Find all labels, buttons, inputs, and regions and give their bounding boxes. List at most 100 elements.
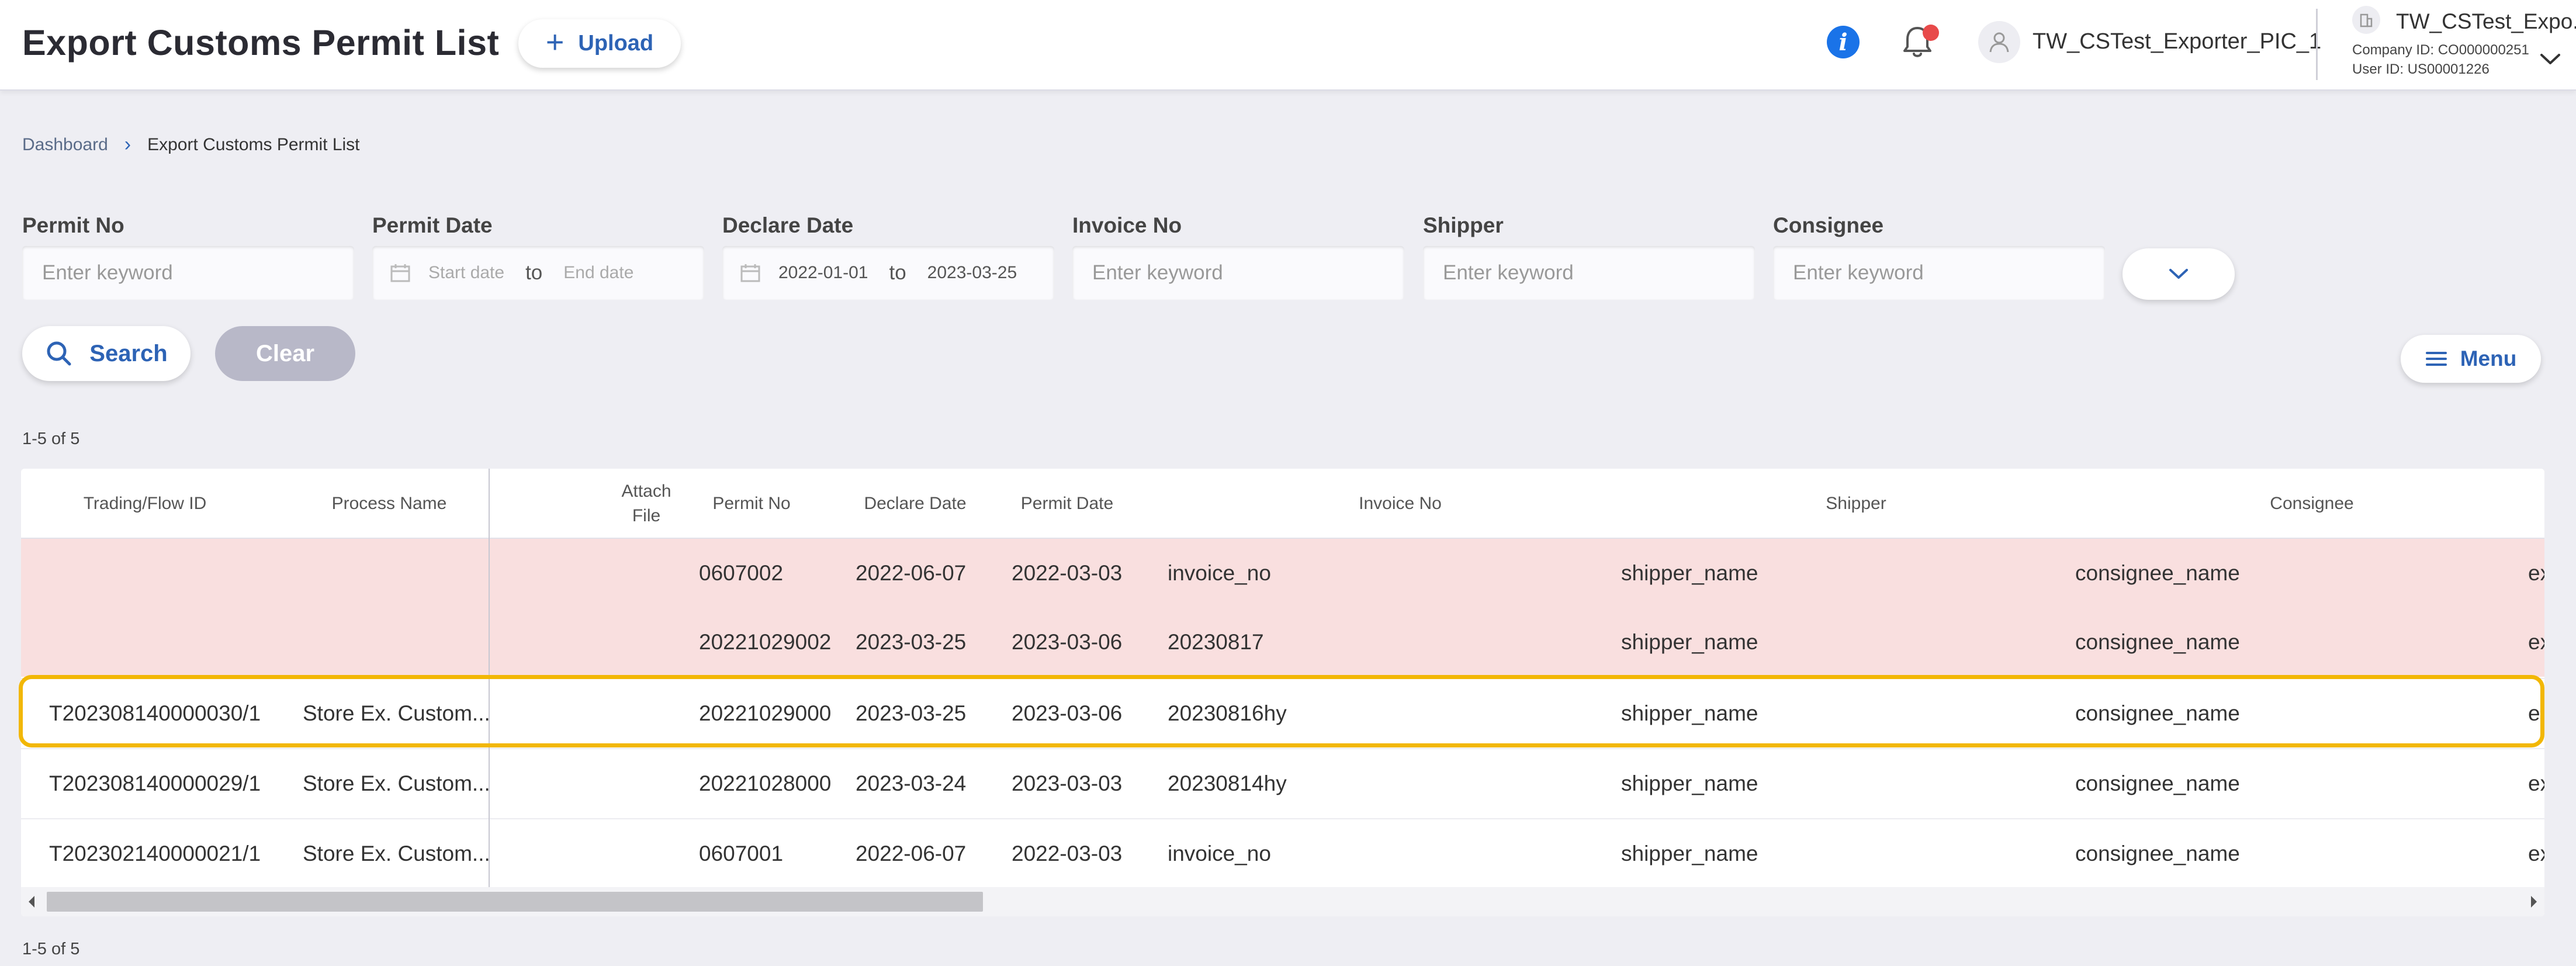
permit-date-to: to xyxy=(525,261,543,284)
table-row[interactable]: T202308140000029/1 Store Ex. Custom... 2… xyxy=(21,748,2544,817)
consignee-input[interactable]: Enter keyword xyxy=(1773,246,2105,300)
permit-no-input[interactable]: Enter keyword xyxy=(22,246,354,300)
table-row[interactable]: T202302140000021/1 Store Ex. Custom... 0… xyxy=(21,818,2544,887)
menu-button[interactable]: Menu xyxy=(2401,335,2541,383)
table-row-selected[interactable]: T202308140000030/1 Store Ex. Custom... 2… xyxy=(21,678,2544,747)
cell-invoice-no: 20230816hy xyxy=(1168,701,1287,725)
cell-process-name: Store Ex. Custom... xyxy=(303,701,490,725)
shipper-input[interactable]: Enter keyword xyxy=(1423,246,1755,300)
search-icon xyxy=(47,341,71,366)
info-icon[interactable]: i xyxy=(1827,26,1860,58)
user-name[interactable]: TW_CSTest_Exporter_PIC_1 xyxy=(2033,29,2321,54)
cell-consignee: consignee_name xyxy=(2075,842,2240,865)
column-header-permit-no[interactable]: Permit No xyxy=(699,480,804,527)
cell-overflow: ex xyxy=(2528,561,2544,585)
upload-button[interactable]: + Upload xyxy=(518,19,681,68)
cell-consignee: consignee_name xyxy=(2075,561,2240,585)
column-header-process-name[interactable]: Process Name xyxy=(325,480,453,527)
permit-date-range[interactable]: Start date to End date xyxy=(372,246,704,300)
cell-shipper: shipper_name xyxy=(1621,771,1758,795)
cell-permit-no: 0607001 xyxy=(699,842,784,865)
top-header: Export Customs Permit List + Upload i TW… xyxy=(0,0,2576,91)
declare-date-end[interactable]: 2023-03-25 xyxy=(927,263,1017,283)
upload-button-label: Upload xyxy=(578,31,654,56)
cell-permit-no: 0607002 xyxy=(699,561,784,585)
cell-invoice-no: invoice_no xyxy=(1168,561,1271,585)
permit-date-label: Permit Date xyxy=(372,213,493,237)
column-header-attach-file[interactable]: Attach File xyxy=(611,479,681,528)
cell-permit-no: 20221028000 xyxy=(699,771,832,795)
cell-shipper: shipper_name xyxy=(1621,701,1758,725)
cell-consignee: consignee_name xyxy=(2075,771,2240,795)
permit-no-label: Permit No xyxy=(22,213,124,237)
cell-consignee: consignee_name xyxy=(2075,630,2240,654)
scroll-right-icon[interactable] xyxy=(2528,894,2540,909)
attach-file-line-2: File xyxy=(632,506,661,525)
cell-declare-date: 2023-03-25 xyxy=(856,630,967,654)
shipper-label: Shipper xyxy=(1423,213,1504,237)
horizontal-scrollbar[interactable] xyxy=(21,887,2544,916)
column-header-trading-id[interactable]: Trading/Flow ID xyxy=(69,480,221,527)
column-header-permit-date[interactable]: Permit Date xyxy=(1009,480,1126,527)
cell-process-name: Store Ex. Custom... xyxy=(303,771,490,795)
cell-permit-date: 2022-03-03 xyxy=(1012,842,1123,865)
permit-date-end[interactable]: End date xyxy=(563,263,633,283)
cell-invoice-no: invoice_no xyxy=(1168,842,1271,865)
clear-button[interactable]: Clear xyxy=(215,326,355,381)
cell-trading-id: T202308140000030/1 xyxy=(49,701,261,725)
column-header-declare-date[interactable]: Declare Date xyxy=(851,480,979,527)
table-row[interactable]: 0607002 2022-06-07 2022-03-03 invoice_no… xyxy=(21,539,2544,608)
notification-badge xyxy=(1923,25,1939,41)
declare-date-to: to xyxy=(889,261,906,284)
cell-process-name: Store Ex. Custom... xyxy=(303,842,490,865)
company-name[interactable]: TW_CSTest_Expo... xyxy=(2396,9,2576,34)
user-icon xyxy=(1989,32,2009,53)
cell-overflow: ex xyxy=(2528,630,2544,654)
consignee-label: Consignee xyxy=(1773,213,1884,237)
cell-trading-id: T202302140000021/1 xyxy=(49,842,261,865)
menu-button-label: Menu xyxy=(2460,347,2517,371)
column-header-invoice-no[interactable]: Invoice No xyxy=(1295,480,1505,527)
cell-permit-date: 2023-03-06 xyxy=(1012,701,1123,725)
table-row[interactable]: 20221029002 2023-03-25 2023-03-06 202308… xyxy=(21,608,2544,677)
search-button[interactable]: Search xyxy=(22,326,191,381)
cell-trading-id: T202308140000029/1 xyxy=(49,771,261,795)
declare-date-label: Declare Date xyxy=(722,213,854,237)
cell-invoice-no: 20230814hy xyxy=(1168,771,1287,795)
declare-date-start[interactable]: 2022-01-01 xyxy=(778,263,868,283)
column-header-consignee[interactable]: Consignee xyxy=(2207,480,2417,527)
company-icon xyxy=(2352,6,2380,34)
cell-consignee: consignee_name xyxy=(2075,701,2240,725)
result-count-bottom: 1-5 of 5 xyxy=(22,940,80,958)
cell-shipper: shipper_name xyxy=(1621,842,1758,865)
plus-icon: + xyxy=(545,24,565,60)
cell-permit-no: 20221029000 xyxy=(699,701,832,725)
calendar-icon xyxy=(390,264,410,282)
company-id: Company ID: CO000000251 xyxy=(2352,42,2529,58)
cell-permit-date: 2023-03-03 xyxy=(1012,771,1123,795)
chevron-down-icon[interactable] xyxy=(2539,51,2562,67)
column-header-shipper[interactable]: Shipper xyxy=(1751,480,1961,527)
attach-file-line-1: Attach xyxy=(621,482,671,501)
cell-shipper: shipper_name xyxy=(1621,561,1758,585)
cell-declare-date: 2023-03-25 xyxy=(856,701,967,725)
permit-table: Trading/Flow ID Process Name Attach File… xyxy=(21,469,2544,916)
declare-date-range[interactable]: 2022-01-01 to 2023-03-25 xyxy=(722,246,1054,300)
invoice-no-input[interactable]: Enter keyword xyxy=(1072,246,1404,300)
scrollbar-thumb[interactable] xyxy=(47,892,983,912)
table-header: Trading/Flow ID Process Name Attach File… xyxy=(21,469,2544,539)
permit-date-start[interactable]: Start date xyxy=(428,263,504,283)
cell-permit-date: 2023-03-06 xyxy=(1012,630,1123,654)
expand-filters-button[interactable] xyxy=(2123,248,2235,300)
cell-invoice-no: 20230817 xyxy=(1168,630,1264,654)
user-id: User ID: US00001226 xyxy=(2352,61,2490,77)
breadcrumb-dashboard[interactable]: Dashboard xyxy=(22,135,108,155)
avatar[interactable] xyxy=(1978,21,2020,63)
scroll-left-icon[interactable] xyxy=(26,894,37,909)
cell-declare-date: 2022-06-07 xyxy=(856,561,967,585)
frozen-column-divider xyxy=(489,469,490,887)
cell-permit-no: 20221029002 xyxy=(699,630,832,654)
page-title: Export Customs Permit List xyxy=(22,23,500,63)
invoice-no-label: Invoice No xyxy=(1072,213,1182,237)
breadcrumb-current: Export Customs Permit List xyxy=(147,134,360,154)
